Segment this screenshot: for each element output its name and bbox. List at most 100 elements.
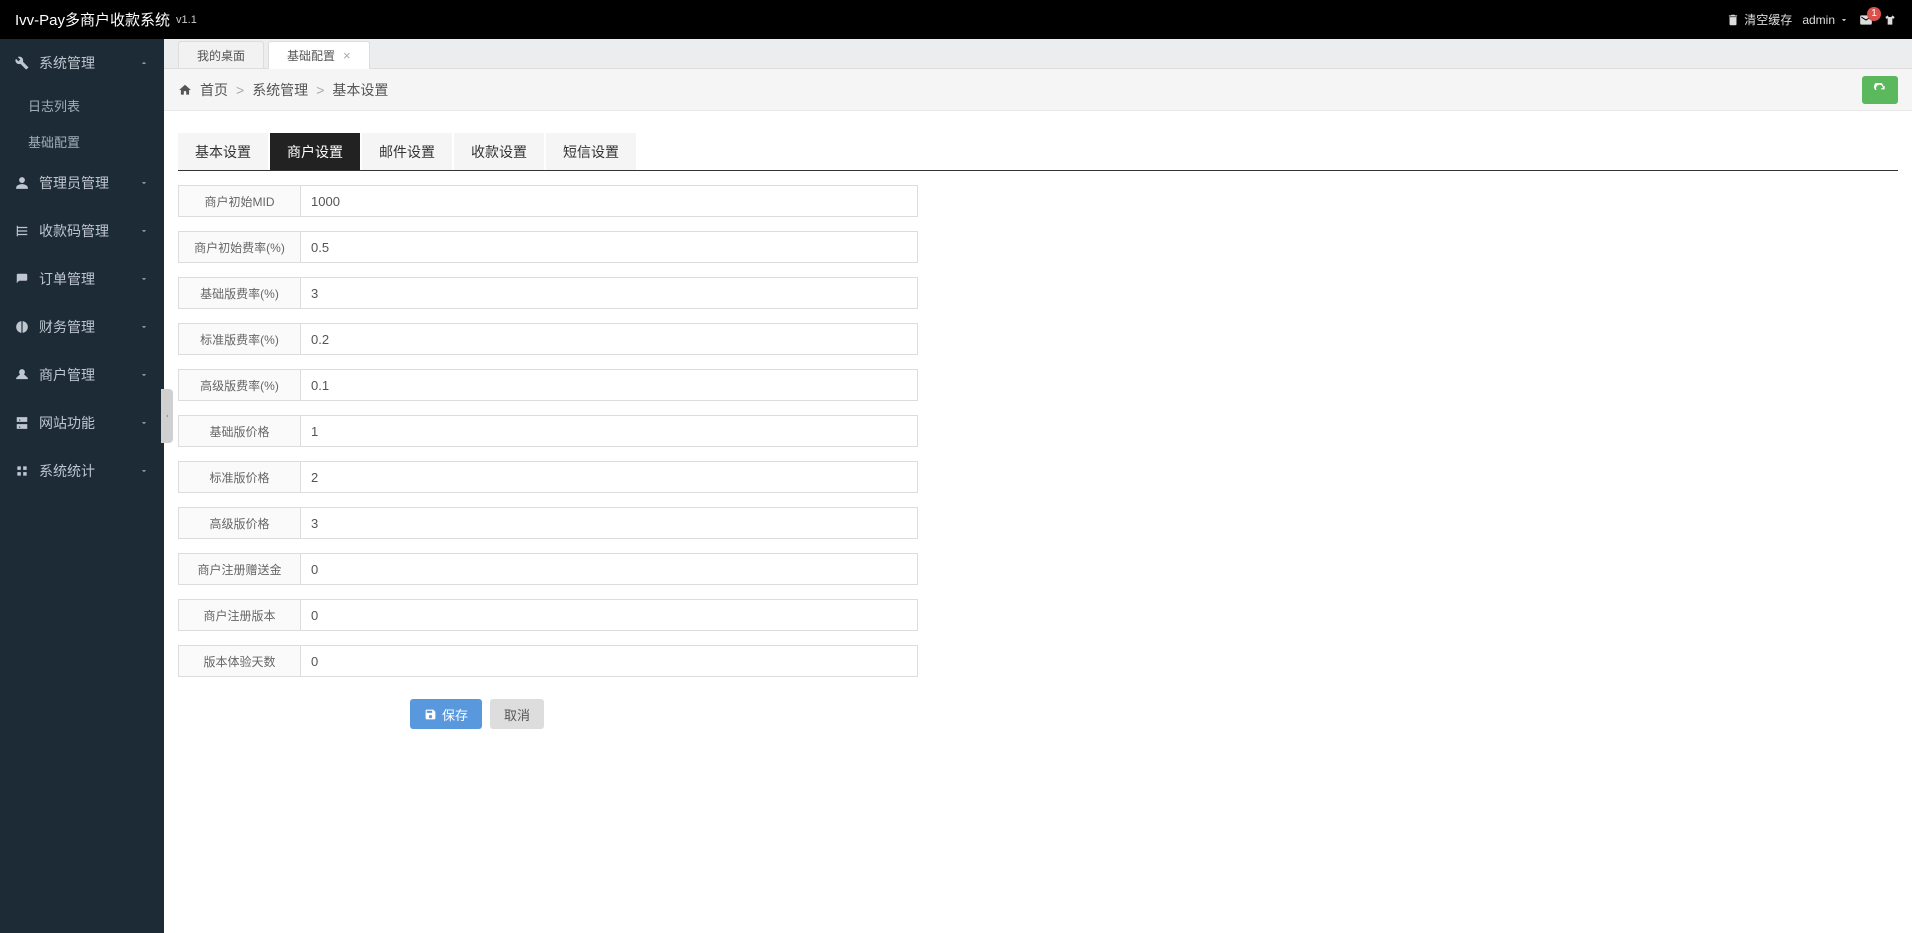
menu-icon (15, 176, 29, 190)
form-input[interactable] (300, 461, 918, 493)
main-content: 我的桌面基础配置× 首页 > 系统管理 > 基本设置 基本设置商户设置邮件设置收… (164, 39, 1912, 933)
form-label: 高级版价格 (178, 507, 300, 539)
sidebar-item[interactable]: 订单管理 (0, 255, 164, 303)
sidebar-collapse-button[interactable] (161, 389, 173, 443)
theme-button[interactable] (1883, 13, 1897, 27)
form-group: 基础版费率(%) (178, 277, 918, 309)
chevron-left-icon (164, 411, 170, 421)
chevron-down-icon (1839, 15, 1849, 25)
sidebar-item-label: 订单管理 (39, 269, 95, 289)
breadcrumb-item: 基本设置 (332, 80, 388, 100)
content: 基本设置商户设置邮件设置收款设置短信设置 商户初始MID 商户初始费率(%) 基… (164, 111, 1912, 749)
form-actions: 保存 取消 (410, 699, 1898, 729)
breadcrumb-home[interactable]: 首页 (200, 80, 228, 100)
form-input[interactable] (300, 415, 918, 447)
form-label: 基础版费率(%) (178, 277, 300, 309)
form-group: 版本体验天数 (178, 645, 918, 677)
form-input[interactable] (300, 645, 918, 677)
form-input[interactable] (300, 323, 918, 355)
page-tabs: 我的桌面 基础配置× (164, 39, 1912, 69)
form-input[interactable] (300, 185, 918, 217)
form-input[interactable] (300, 231, 918, 263)
sidebar-item[interactable]: 系统管理 (0, 39, 164, 87)
form-input[interactable] (300, 277, 918, 309)
shirt-icon (1883, 13, 1897, 27)
form-label: 商户注册版本 (178, 599, 300, 631)
sidebar-item[interactable]: 商户管理 (0, 351, 164, 399)
sidebar-item[interactable]: 系统统计 (0, 447, 164, 495)
menu-icon (15, 464, 29, 478)
trash-icon (1726, 13, 1740, 27)
settings-tabs: 基本设置商户设置邮件设置收款设置短信设置 (178, 133, 1898, 171)
sidebar-subitem[interactable]: 基础配置 (0, 123, 164, 159)
sidebar-item[interactable]: 网站功能 (0, 399, 164, 447)
settings-tab[interactable]: 基本设置 (178, 133, 268, 170)
form-group: 商户注册赠送金 (178, 553, 918, 585)
form-group: 商户注册版本 (178, 599, 918, 631)
admin-menu[interactable]: admin (1802, 13, 1849, 27)
chevron-up-icon (139, 58, 149, 68)
sidebar: 系统管理 日志列表基础配置 管理员管理 收款码管理 订单管理 财务管理 商户管理… (0, 39, 164, 933)
sidebar-item-label: 系统管理 (39, 53, 95, 73)
chevron-down-icon (139, 466, 149, 476)
menu-icon (15, 272, 29, 286)
sidebar-item[interactable]: 管理员管理 (0, 159, 164, 207)
form-input[interactable] (300, 369, 918, 401)
menu-icon (15, 224, 29, 238)
app-title: Ivv-Pay多商户收款系统 (15, 9, 170, 30)
menu-icon (15, 320, 29, 334)
chevron-down-icon (139, 178, 149, 188)
chevron-down-icon (139, 418, 149, 428)
form-group: 高级版价格 (178, 507, 918, 539)
app-version: v1.1 (176, 14, 197, 26)
message-badge: 1 (1867, 7, 1881, 21)
sidebar-item-label: 财务管理 (39, 317, 95, 337)
form-group: 标准版费率(%) (178, 323, 918, 355)
sidebar-item-label: 网站功能 (39, 413, 95, 433)
sidebar-item-label: 系统统计 (39, 461, 95, 481)
layout: 系统管理 日志列表基础配置 管理员管理 收款码管理 订单管理 财务管理 商户管理… (0, 39, 1912, 933)
menu-icon (15, 368, 29, 382)
close-icon[interactable]: × (343, 48, 351, 63)
settings-tab[interactable]: 邮件设置 (362, 133, 452, 170)
chevron-down-icon (139, 226, 149, 236)
messages-button[interactable]: 1 (1859, 13, 1873, 27)
chevron-down-icon (139, 322, 149, 332)
form-group: 基础版价格 (178, 415, 918, 447)
form-label: 商户注册赠送金 (178, 553, 300, 585)
home-icon (178, 83, 192, 97)
top-header: Ivv-Pay多商户收款系统 v1.1 清空缓存 admin 1 (0, 0, 1912, 39)
sidebar-subitem[interactable]: 日志列表 (0, 87, 164, 123)
chevron-down-icon (139, 370, 149, 380)
menu-icon (15, 416, 29, 430)
menu-icon (15, 56, 29, 70)
sidebar-item[interactable]: 财务管理 (0, 303, 164, 351)
form-group: 高级版费率(%) (178, 369, 918, 401)
refresh-button[interactable] (1862, 76, 1898, 104)
form-label: 商户初始费率(%) (178, 231, 300, 263)
breadcrumb-row: 首页 > 系统管理 > 基本设置 (164, 69, 1912, 111)
form-label: 基础版价格 (178, 415, 300, 447)
sidebar-item-label: 收款码管理 (39, 221, 109, 241)
settings-tab[interactable]: 商户设置 (270, 133, 360, 170)
cancel-button[interactable]: 取消 (490, 699, 544, 729)
page-tab[interactable]: 我的桌面 (178, 41, 264, 68)
tab-label: 我的桌面 (197, 47, 245, 64)
form-group: 商户初始费率(%) (178, 231, 918, 263)
clear-cache-button[interactable]: 清空缓存 (1726, 11, 1792, 28)
form-input[interactable] (300, 507, 918, 539)
form-label: 高级版费率(%) (178, 369, 300, 401)
settings-tab[interactable]: 收款设置 (454, 133, 544, 170)
form-label: 标准版费率(%) (178, 323, 300, 355)
save-button[interactable]: 保存 (410, 699, 482, 729)
form-group: 商户初始MID (178, 185, 918, 217)
form-input[interactable] (300, 553, 918, 585)
breadcrumb-item[interactable]: 系统管理 (252, 80, 308, 100)
sidebar-item[interactable]: 收款码管理 (0, 207, 164, 255)
sidebar-item-label: 管理员管理 (39, 173, 109, 193)
sidebar-item-label: 商户管理 (39, 365, 95, 385)
settings-tab[interactable]: 短信设置 (546, 133, 636, 170)
form-input[interactable] (300, 599, 918, 631)
refresh-icon (1873, 83, 1887, 97)
page-tab[interactable]: 基础配置× (268, 41, 370, 69)
